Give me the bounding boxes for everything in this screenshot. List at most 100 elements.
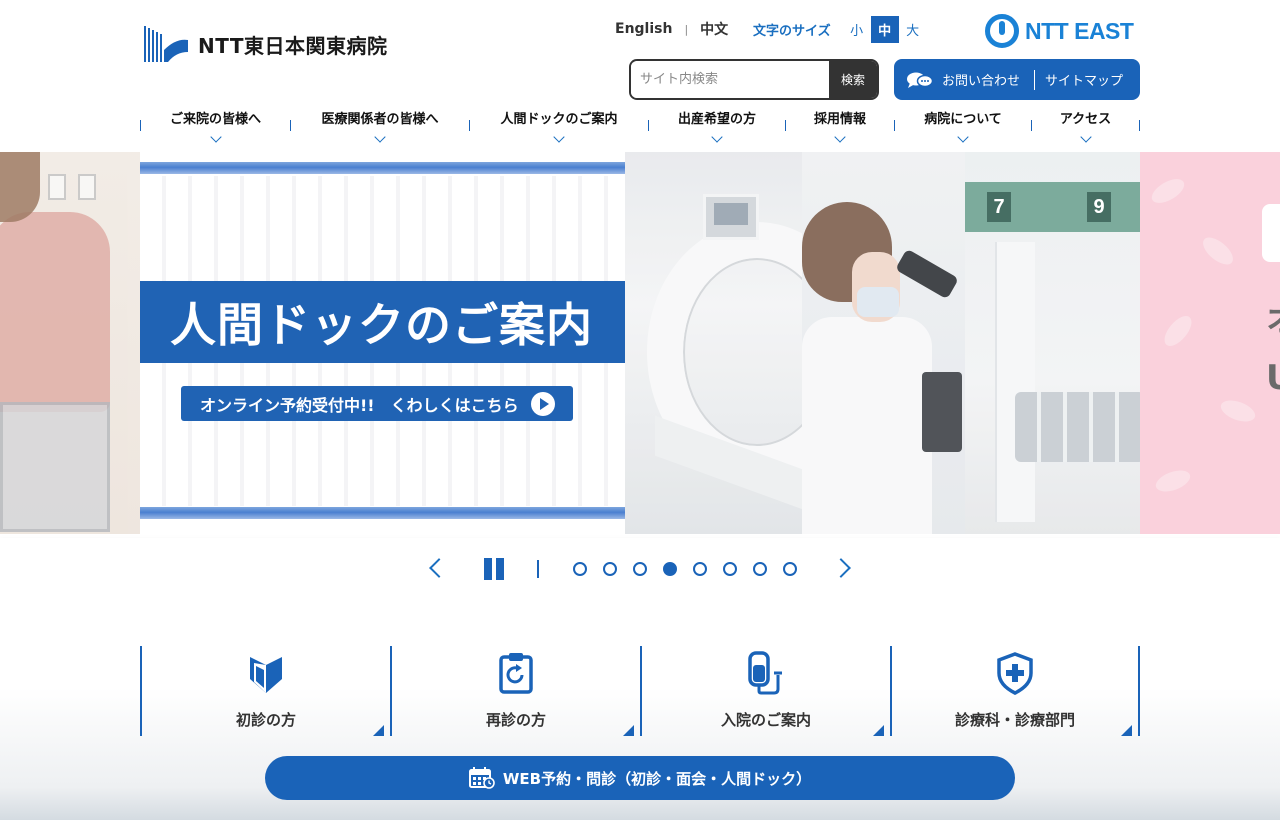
search-button[interactable]: 検索 xyxy=(829,61,877,98)
quick-link-first-visit[interactable]: 初診の方 xyxy=(140,646,390,736)
nav-item-medical-professionals[interactable]: 医療関係者の皆様へ xyxy=(291,104,469,150)
clipboard-refresh-icon xyxy=(499,653,533,694)
lab-technician-photo xyxy=(802,152,965,534)
nav-item-childbirth[interactable]: 出産希望の方 xyxy=(649,104,785,150)
nav-item-label: 病院について xyxy=(924,112,1002,127)
medical-shield-icon xyxy=(997,652,1033,695)
nav-item-label: ご来院の皆様へ xyxy=(169,112,261,127)
nav-item-label: 採用情報 xyxy=(813,112,866,127)
quick-link-label: 初診の方 xyxy=(235,711,296,729)
next-slide-card xyxy=(1262,204,1280,262)
chevron-down-icon xyxy=(957,131,969,143)
slide-dot[interactable] xyxy=(633,562,647,576)
slide-dot[interactable] xyxy=(753,562,767,576)
sitemap-link[interactable]: サイトマップ xyxy=(1035,70,1123,89)
nav-item-recruitment[interactable]: 採用情報 xyxy=(786,104,894,150)
slide-band-top xyxy=(140,162,625,174)
chevron-down-icon xyxy=(553,131,565,143)
logo-mark-icon xyxy=(144,26,188,62)
corner-arrow-icon xyxy=(1121,725,1132,736)
next-slide-peek[interactable]: オ U xyxy=(1140,152,1280,534)
hospital-logo[interactable]: NTT東日本関東病院 xyxy=(144,24,387,64)
quick-link-label: 入院のご案内 xyxy=(720,711,811,729)
quick-link-departments[interactable]: 診療科・診療部門 xyxy=(890,646,1140,736)
font-size-large-button[interactable]: 大 xyxy=(899,16,927,43)
hero-slider: 人間ドックのご案内 オンライン予約受付中!! くわしくはこちら 7 9 オ xyxy=(0,152,1280,534)
current-slide[interactable]: 人間ドックのご案内 オンライン予約受付中!! くわしくはこちら 7 9 xyxy=(140,152,1140,534)
nav-divider xyxy=(1139,120,1140,131)
slide-dot[interactable] xyxy=(693,562,707,576)
nurse-illustration xyxy=(0,212,110,412)
site-search: 検索 xyxy=(629,59,879,100)
next-slide-partial-text: U xyxy=(1266,358,1280,398)
search-input[interactable] xyxy=(631,61,829,98)
play-arrow-icon xyxy=(530,391,555,416)
calendar-icon xyxy=(468,767,495,789)
nav-item-health-checkup[interactable]: 人間ドックのご案内 xyxy=(470,104,648,150)
online-reservation-label: オンライン予約受付中!! くわしくはこちら xyxy=(200,395,519,415)
ct-scanner-photo xyxy=(625,152,802,534)
chevron-left-icon[interactable] xyxy=(429,558,449,578)
slide-band-bottom xyxy=(140,507,625,519)
nav-item-about-hospital[interactable]: 病院について xyxy=(895,104,1031,150)
chevron-right-icon[interactable] xyxy=(831,558,851,578)
corner-arrow-icon xyxy=(373,725,384,736)
utility-links: お問い合わせ サイトマップ xyxy=(894,59,1140,100)
nav-item-label: アクセス xyxy=(1059,112,1112,127)
font-size-medium-button[interactable]: 中 xyxy=(870,16,899,43)
chevron-down-icon xyxy=(834,131,846,143)
slide-dot[interactable] xyxy=(603,562,617,576)
corner-arrow-icon xyxy=(873,725,884,736)
beginner-mark-icon xyxy=(250,657,282,693)
logo-text: NTT東日本関東病院 xyxy=(198,33,388,58)
nav-item-visitors[interactable]: ご来院の皆様へ xyxy=(141,104,290,150)
quick-link-return-visit[interactable]: 再診の方 xyxy=(390,646,640,736)
iv-drip-icon xyxy=(748,651,782,695)
ntt-east-logo-text: NTT EAST xyxy=(1025,17,1134,44)
web-reservation-button[interactable]: WEB予約・問診（初診・面会・人間ドック） xyxy=(265,756,1015,800)
wall-outlets-image xyxy=(48,174,124,200)
controls-separator xyxy=(537,560,539,578)
slide-dot-active[interactable] xyxy=(663,562,677,576)
cart-illustration xyxy=(0,402,110,532)
prev-slide-peek[interactable] xyxy=(0,152,140,534)
slide-dot[interactable] xyxy=(573,562,587,576)
slide-dots xyxy=(573,562,797,576)
slide-title-block: 人間ドックのご案内 xyxy=(140,281,625,363)
quick-link-label: 診療科・診療部門 xyxy=(954,711,1075,729)
lang-chinese-link[interactable]: 中文 xyxy=(700,19,728,39)
slide-dot[interactable] xyxy=(783,562,797,576)
next-slide-partial-text: オ xyxy=(1266,292,1280,341)
font-size-small-button[interactable]: 小 xyxy=(843,16,871,43)
chevron-down-icon xyxy=(1079,131,1092,143)
nav-item-label: 出産希望の方 xyxy=(677,112,756,127)
chevron-down-icon xyxy=(711,131,723,143)
nav-item-label: 人間ドックのご案内 xyxy=(500,112,618,127)
hospital-lobby-photo: 7 9 xyxy=(965,152,1140,534)
global-nav: ご来院の皆様へ 医療関係者の皆様へ 人間ドックのご案内 出産希望の方 採用情報 … xyxy=(140,104,1140,150)
chevron-down-icon xyxy=(374,131,386,143)
slider-controls xyxy=(0,538,1280,600)
ntt-east-mark-icon xyxy=(985,14,1019,48)
online-reservation-button[interactable]: オンライン予約受付中!! くわしくはこちら xyxy=(181,386,573,421)
font-size-switcher: 文字のサイズ 小 中 大 xyxy=(753,16,927,43)
nav-item-label: 医療関係者の皆様へ xyxy=(321,112,439,127)
lang-separator: | xyxy=(684,22,689,36)
contact-link[interactable]: お問い合わせ xyxy=(894,69,1036,90)
lang-english-link[interactable]: English xyxy=(615,21,672,37)
nav-item-access[interactable]: アクセス xyxy=(1032,104,1139,150)
corner-arrow-icon xyxy=(623,725,634,736)
slide-dot[interactable] xyxy=(723,562,737,576)
chat-bubbles-icon xyxy=(907,72,934,88)
font-size-label: 文字のサイズ xyxy=(753,24,831,39)
pause-button[interactable] xyxy=(484,558,504,580)
slide-title: 人間ドックのご案内 xyxy=(170,298,593,352)
language-switcher: English | 中文 xyxy=(615,19,728,39)
contact-label: お問い合わせ xyxy=(942,74,1021,89)
ntt-east-logo[interactable]: NTT EAST xyxy=(985,14,1134,48)
web-reservation-label: WEB予約・問診（初診・面会・人間ドック） xyxy=(502,769,812,788)
quick-link-admission[interactable]: 入院のご案内 xyxy=(640,646,890,736)
chevron-down-icon xyxy=(209,131,222,143)
quick-link-label: 再診の方 xyxy=(485,711,546,729)
quick-links: 初診の方 再診の方 入院のご案内 診療科・診療部門 xyxy=(140,646,1140,736)
